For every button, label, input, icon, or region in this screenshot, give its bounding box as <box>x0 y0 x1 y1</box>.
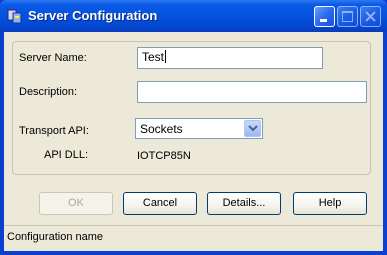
server-configuration-window: Server Configuration Server Name: Test D… <box>0 0 387 255</box>
help-button[interactable]: Help <box>293 192 367 215</box>
details-button[interactable]: Details... <box>207 192 281 215</box>
description-label: Description: <box>19 86 78 98</box>
minimize-icon <box>320 19 327 22</box>
dialog-body: Server Name: Test Description: Transport… <box>4 32 383 251</box>
server-name-label: Server Name: <box>19 52 87 64</box>
description-input[interactable] <box>137 81 367 103</box>
server-name-value: Test <box>142 50 165 64</box>
maximize-icon <box>342 11 353 22</box>
transport-api-select[interactable]: Sockets <box>135 118 263 139</box>
ok-button[interactable]: OK <box>39 192 113 215</box>
maximize-button[interactable] <box>337 6 358 27</box>
dropdown-button[interactable] <box>244 120 261 137</box>
server-name-input[interactable]: Test <box>137 47 323 69</box>
app-icon <box>7 8 23 24</box>
api-dll-label: API DLL: <box>44 149 89 161</box>
close-icon <box>365 11 376 22</box>
transport-api-label: Transport API: <box>19 125 89 137</box>
cancel-button[interactable]: Cancel <box>123 192 197 215</box>
transport-api-value: Sockets <box>140 122 183 136</box>
status-bar: Configuration name <box>4 225 383 251</box>
status-text: Configuration name <box>7 231 104 243</box>
close-button[interactable] <box>360 6 381 27</box>
text-caret <box>165 50 167 63</box>
api-dll-value: IOTCP85N <box>137 150 191 162</box>
chevron-down-icon <box>248 125 258 132</box>
minimize-button[interactable] <box>314 6 335 27</box>
title-bar[interactable]: Server Configuration <box>0 0 387 32</box>
window-title: Server Configuration <box>28 8 158 23</box>
